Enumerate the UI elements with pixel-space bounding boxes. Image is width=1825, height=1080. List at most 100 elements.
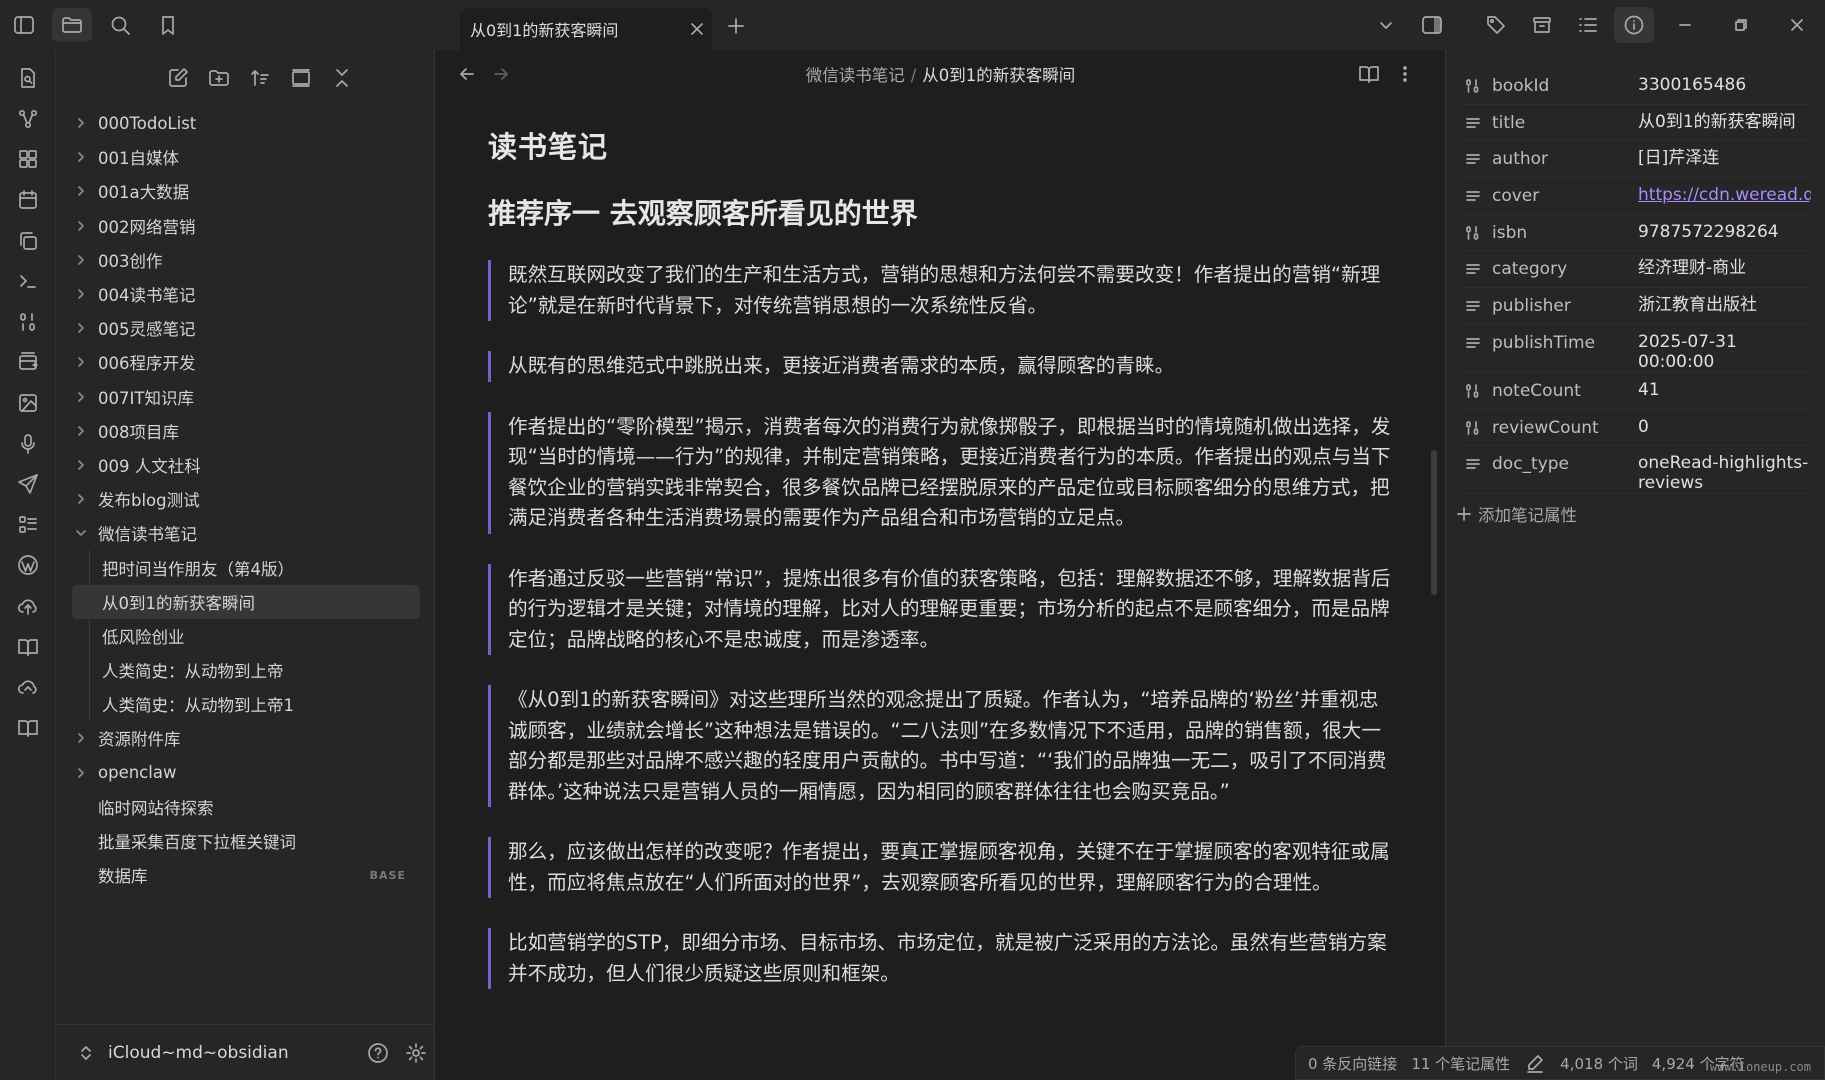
arrow-left-icon[interactable] xyxy=(450,57,484,91)
tree-file[interactable]: 低风险创业 xyxy=(72,619,420,653)
restore-icon[interactable] xyxy=(1713,0,1769,50)
collapse-all-icon[interactable] xyxy=(325,61,360,96)
property-value[interactable]: 3300165486 xyxy=(1638,75,1811,95)
property-row[interactable]: category 经济理财-商业 xyxy=(1460,251,1811,289)
tree-folder[interactable]: 005灵感笔记 xyxy=(72,311,420,345)
property-value[interactable]: [日]芹泽连 xyxy=(1638,148,1811,168)
sort-icon[interactable] xyxy=(243,61,278,96)
tree-file[interactable]: 临时网站待探索 xyxy=(72,790,420,824)
cloud-upload-icon[interactable] xyxy=(0,586,56,627)
property-value[interactable]: 浙江教育出版社 xyxy=(1638,295,1811,315)
close-icon[interactable] xyxy=(682,14,712,44)
new-note-icon[interactable] xyxy=(161,61,196,96)
property-value[interactable]: 2025-07-31 00:00:00 xyxy=(1638,332,1811,372)
property-value[interactable]: https://cdn.weread.qq xyxy=(1638,185,1811,205)
minimize-icon[interactable] xyxy=(1657,0,1713,50)
arrow-right-icon[interactable] xyxy=(484,57,518,91)
copy-icon[interactable] xyxy=(0,220,56,261)
property-row[interactable]: author [日]芹泽连 xyxy=(1460,141,1811,179)
property-key[interactable]: cover xyxy=(1460,185,1638,207)
tree-file-selected[interactable]: 从0到1的新获客瞬间 xyxy=(72,584,420,619)
tree-folder[interactable]: 008项目库 xyxy=(72,414,420,448)
property-value[interactable]: 从0到1的新获客瞬间 xyxy=(1638,112,1811,132)
property-key[interactable]: doc_type xyxy=(1460,453,1638,475)
property-key[interactable]: publisher xyxy=(1460,295,1638,317)
tree-file[interactable]: 批量采集百度下拉框关键词 xyxy=(72,824,420,858)
tree-folder[interactable]: 001自媒体 xyxy=(72,140,420,174)
property-link[interactable]: https://cdn.weread.qq xyxy=(1638,185,1811,205)
tree-folder[interactable]: 发布blog测试 xyxy=(72,482,420,516)
list-icon[interactable] xyxy=(1565,0,1611,50)
property-row[interactable]: reviewCount 0 xyxy=(1460,410,1811,447)
property-key[interactable]: category xyxy=(1460,258,1638,280)
tree-folder[interactable]: openclaw xyxy=(72,756,420,790)
bookmark-icon[interactable] xyxy=(144,0,192,50)
note-content[interactable]: 读书笔记 推荐序一 去观察顾客所看见的世界 既然互联网改变了我们的生产和生活方式… xyxy=(436,98,1445,989)
tree-file[interactable]: 数据库 BASE xyxy=(72,858,420,892)
help-icon[interactable] xyxy=(359,1034,397,1072)
file-search-icon[interactable] xyxy=(0,58,56,99)
property-key[interactable]: publishTime xyxy=(1460,332,1638,354)
property-value[interactable]: 41 xyxy=(1638,380,1811,400)
property-key[interactable]: isbn xyxy=(1460,222,1638,244)
property-row[interactable]: doc_type oneRead-highlights-reviews xyxy=(1460,446,1811,495)
property-value[interactable]: 9787572298264 xyxy=(1638,222,1811,242)
tree-folder[interactable]: 007IT知识库 xyxy=(72,380,420,414)
breadcrumb-current[interactable]: 从0到1的新获客瞬间 xyxy=(922,66,1075,85)
tree-folder[interactable]: 009 人文社科 xyxy=(72,448,420,482)
tree-folder[interactable]: 006程序开发 xyxy=(72,345,420,379)
property-row[interactable]: publisher 浙江教育出版社 xyxy=(1460,288,1811,325)
image-icon[interactable] xyxy=(0,383,56,424)
graph-icon[interactable] xyxy=(0,99,56,140)
gear-icon[interactable] xyxy=(397,1034,435,1072)
book-open-icon[interactable] xyxy=(0,626,56,667)
folder-icon[interactable] xyxy=(52,8,92,42)
tree-file[interactable]: 人类简史：从动物到上帝 xyxy=(72,653,420,687)
property-value[interactable]: oneRead-highlights-reviews xyxy=(1638,453,1811,493)
property-row[interactable]: cover https://cdn.weread.qq xyxy=(1460,178,1811,215)
chevron-down-icon[interactable] xyxy=(1363,0,1409,50)
calendar-icon[interactable] xyxy=(0,180,56,221)
tab-active-note[interactable]: 从0到1的新获客瞬间 xyxy=(460,8,712,50)
more-options-icon[interactable] xyxy=(1387,57,1423,91)
window-close-icon[interactable] xyxy=(1769,0,1825,50)
tree-file[interactable]: 把时间当作朋友（第4版） xyxy=(72,550,420,584)
send-icon[interactable] xyxy=(0,464,56,505)
tag-icon[interactable] xyxy=(1473,0,1519,50)
microphone-icon[interactable] xyxy=(0,423,56,464)
wordpress-icon[interactable] xyxy=(0,545,56,586)
tree-folder[interactable]: 001a大数据 xyxy=(72,174,420,208)
backlinks-count[interactable]: 0 条反向链接 xyxy=(1308,1053,1397,1074)
tree-folder[interactable]: 资源附件库 xyxy=(72,721,420,755)
property-row[interactable]: noteCount 41 xyxy=(1460,373,1811,410)
tree-file[interactable]: 人类简史：从动物到上帝1 xyxy=(72,687,420,721)
property-value[interactable]: 经济理财-商业 xyxy=(1638,258,1811,278)
property-key[interactable]: author xyxy=(1460,148,1638,170)
plus-icon[interactable] xyxy=(722,12,750,40)
terminal-icon[interactable] xyxy=(0,261,56,302)
template-icon[interactable] xyxy=(0,342,56,383)
checklist-icon[interactable] xyxy=(0,505,56,546)
property-row[interactable]: isbn 9787572298264 xyxy=(1460,215,1811,252)
property-row[interactable]: bookId 3300165486 xyxy=(1460,68,1811,105)
archive-icon[interactable] xyxy=(1519,0,1565,50)
cloud-sync-icon[interactable] xyxy=(0,667,56,708)
scrollbar-thumb[interactable] xyxy=(1431,450,1437,595)
sidebar-toggle-icon[interactable] xyxy=(0,0,48,50)
search-icon[interactable] xyxy=(96,0,144,50)
breadcrumb-folder[interactable]: 微信读书笔记 xyxy=(806,66,905,85)
property-key[interactable]: bookId xyxy=(1460,75,1638,97)
property-key[interactable]: noteCount xyxy=(1460,380,1638,402)
auto-reveal-icon[interactable] xyxy=(284,61,319,96)
vault-switcher[interactable]: iCloud~md~obsidian xyxy=(56,1024,435,1080)
new-folder-icon[interactable] xyxy=(202,61,237,96)
binary-icon[interactable] xyxy=(0,302,56,343)
tree-folder-open[interactable]: 微信读书笔记 xyxy=(72,516,420,550)
info-icon[interactable] xyxy=(1614,7,1654,43)
property-row[interactable]: publishTime 2025-07-31 00:00:00 xyxy=(1460,325,1811,373)
property-key[interactable]: title xyxy=(1460,112,1638,134)
reader-icon[interactable] xyxy=(0,708,56,749)
reading-view-icon[interactable] xyxy=(1351,57,1387,91)
right-sidebar-toggle-icon[interactable] xyxy=(1409,0,1455,50)
tree-folder[interactable]: 002网络营销 xyxy=(72,209,420,243)
